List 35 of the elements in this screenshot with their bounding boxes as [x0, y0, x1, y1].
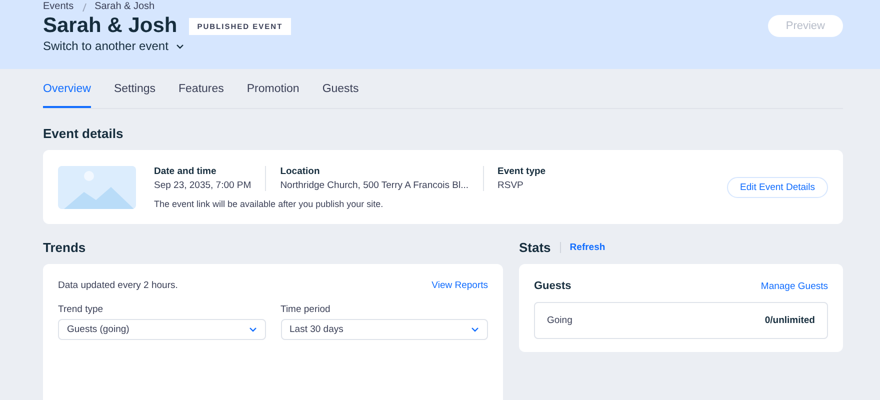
- breadcrumb-link[interactable]: Sarah & Josh: [94, 1, 155, 13]
- dropdown-field[interactable]: Guests (going): [58, 319, 266, 340]
- event-switcher[interactable]: Switch to another event: [43, 39, 168, 53]
- field-label: Date and time: [154, 166, 218, 176]
- chevron-down-icon: [176, 44, 184, 48]
- stat-label: Going: [547, 315, 572, 326]
- view-reports-link[interactable]: View Reports: [432, 280, 488, 291]
- dropdown-field[interactable]: Last 30 days: [280, 319, 488, 340]
- select-label: Trend type: [58, 304, 104, 315]
- field-value: RSVP: [498, 180, 524, 190]
- update-note: Data updated every 2 hours.: [58, 280, 178, 291]
- card-title: Guests: [534, 280, 572, 292]
- field-value: Sep 23, 2035, 7:00 PM: [154, 180, 252, 190]
- nav-tab[interactable]: Promotion: [246, 83, 300, 108]
- breadcrumb-link[interactable]: Events: [43, 1, 74, 13]
- chevron-down-icon: [471, 327, 479, 332]
- section-title: Trends: [43, 240, 86, 254]
- chevron-down-icon: [248, 327, 256, 332]
- nav-tab[interactable]: Overview: [43, 83, 91, 108]
- refresh-link[interactable]: Refresh: [560, 242, 606, 252]
- event-link-note: The event link will be available after you publish your site.: [154, 198, 384, 208]
- field-label: Event type: [498, 166, 546, 176]
- edit-details-button[interactable]: Edit Event Details: [727, 176, 828, 198]
- nav-tab[interactable]: Settings: [114, 83, 156, 108]
- section-title: Stats: [519, 240, 551, 254]
- stat-value: 0/unlimited: [764, 315, 815, 326]
- event-title: Sarah & Josh: [43, 14, 178, 38]
- nav-tab[interactable]: Features: [178, 83, 224, 108]
- nav-tab[interactable]: Guests: [322, 83, 359, 108]
- manage-guests-link[interactable]: Manage Guests: [760, 280, 828, 292]
- field-label: Location: [280, 166, 321, 176]
- field-value: Northridge Church, 500 Terry A Francois Bl...: [280, 180, 469, 190]
- section-title: Event details: [43, 126, 124, 141]
- breadcrumb-separator-icon: [82, 2, 87, 12]
- select-label: Time period: [280, 304, 332, 315]
